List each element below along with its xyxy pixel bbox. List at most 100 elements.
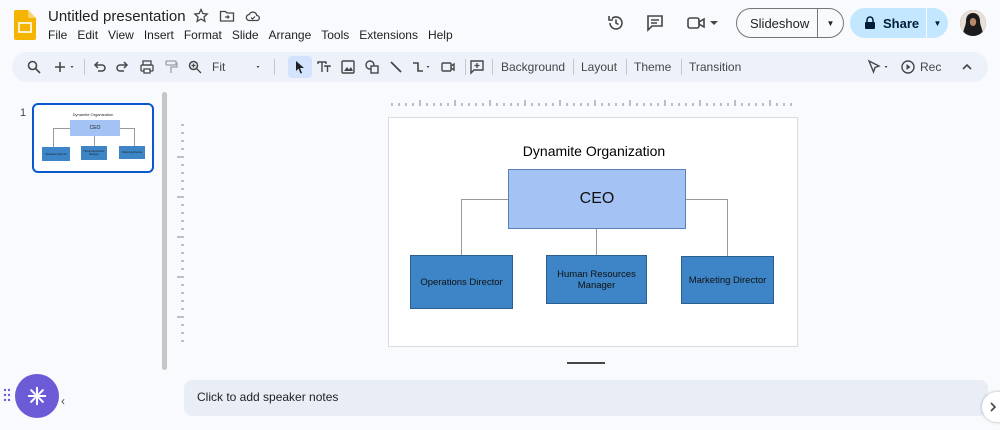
slide-number: 1 [20,107,27,119]
undo-icon[interactable] [91,59,107,75]
toolbar-divider [681,59,682,75]
print-icon[interactable] [139,59,155,75]
connector-line[interactable] [727,199,728,256]
thumb-child: Human Resources Manager [81,146,107,160]
vertical-ruler[interactable] [172,117,184,347]
horizontal-ruler[interactable] [388,96,798,106]
document-title[interactable]: Untitled presentation [48,8,186,25]
slideshow-label: Slideshow [750,15,810,31]
layout-button[interactable]: Layout [581,59,617,75]
share-button[interactable]: Share ▼ [850,8,948,38]
redo-icon[interactable] [115,59,131,75]
thumb-child: Operations Director [42,147,70,161]
star-icon[interactable] [193,7,209,24]
connector-line[interactable] [596,229,597,255]
assistant-button[interactable] [15,374,59,418]
zoom-value: Fit [212,60,226,74]
slide-title[interactable]: Dynamite Organization [389,143,799,159]
menu-extensions[interactable]: Extensions [354,28,423,42]
top-bar: Untitled presentation File Edit View Ins… [0,0,1000,50]
menu-insert[interactable]: Insert [139,28,179,42]
thumb-line [120,128,134,129]
canvas-scrollbar[interactable] [567,362,605,364]
menu-view[interactable]: View [103,28,139,42]
hr-manager-box[interactable]: Human Resources Manager [546,255,647,304]
menu-bar: File Edit View Insert Format Slide Arran… [48,28,458,42]
new-slide-icon[interactable] [52,59,68,75]
thumb-title: Dynamite Organization [72,112,114,117]
slide-canvas[interactable]: Dynamite Organization CEO Operations Dir… [388,117,798,347]
insert-image-icon[interactable] [340,59,356,75]
rec-button[interactable]: Rec [900,59,941,75]
zoom-select[interactable]: Fit [212,59,225,75]
menu-arrange[interactable]: Arrange [264,28,317,42]
new-slide-layout-chevron-icon[interactable] [70,59,78,75]
line-icon[interactable] [388,59,404,75]
connector-line[interactable] [461,199,509,200]
insert-video-icon[interactable] [440,59,456,75]
toolbar-divider [465,59,466,75]
menu-help[interactable]: Help [423,28,458,42]
chevron-right-icon [990,402,997,412]
slideshow-button[interactable]: Slideshow ▼ [736,8,844,38]
speaker-notes-placeholder: Click to add speaker notes [197,390,339,404]
slides-logo-icon[interactable] [14,10,36,40]
operations-director-box[interactable]: Operations Director [410,255,513,309]
marketing-director-box[interactable]: Marketing Director [681,256,774,304]
zoom-icon[interactable] [187,59,203,75]
toolbar: Fit Background Layout Theme Transition R… [12,52,988,82]
paint-format-icon[interactable] [163,59,179,75]
connector-icon[interactable] [410,59,426,75]
collapse-toolbar-icon[interactable] [959,59,975,75]
menu-edit[interactable]: Edit [72,28,103,42]
search-menus-icon[interactable] [26,59,42,75]
toolbar-divider [573,59,574,75]
select-cursor-icon[interactable] [292,59,308,75]
connector-line[interactable] [686,199,727,200]
add-comment-icon[interactable] [469,59,485,75]
toolbar-divider [626,59,627,75]
toolbar-divider [492,59,493,75]
zoom-chevron-icon[interactable] [256,59,264,75]
pointer-mode-icon[interactable] [866,59,882,75]
text-box-icon[interactable] [316,59,332,75]
connector-line[interactable] [461,199,462,255]
thumb-line [53,128,70,129]
thumb-ceo: CEO [70,120,120,136]
pointer-options-chevron-icon[interactable] [884,59,892,75]
thumb-line [53,128,54,147]
toolbar-divider [274,59,275,75]
thumb-line [134,128,135,146]
toolbar-divider [84,59,85,75]
version-history-icon[interactable] [606,13,626,33]
side-panel-toggle[interactable] [982,392,1000,422]
meet-camera-icon[interactable] [686,13,706,33]
slide-thumbnail[interactable]: Dynamite Organization CEO Operations Dir… [32,103,154,173]
share-options-chevron-icon[interactable]: ▼ [927,19,948,28]
theme-button[interactable]: Theme [634,59,671,75]
move-folder-icon[interactable] [219,8,235,24]
share-label: Share [883,15,920,31]
slideshow-options-chevron-icon[interactable]: ▼ [818,19,843,28]
ceo-box[interactable]: CEO [508,169,686,229]
filmstrip-scrollbar[interactable] [162,92,167,370]
menu-file[interactable]: File [48,28,72,42]
menu-slide[interactable]: Slide [227,28,264,42]
thumb-line [94,136,95,146]
shape-icon[interactable] [364,59,380,75]
drag-handle-icon[interactable] [3,388,11,402]
lock-icon [865,16,875,29]
menu-format[interactable]: Format [179,28,227,42]
avatar[interactable] [960,10,986,36]
background-button[interactable]: Background [501,59,565,75]
line-options-chevron-icon[interactable] [426,59,434,75]
transition-button[interactable]: Transition [689,59,741,75]
speaker-notes[interactable]: Click to add speaker notes [184,380,988,416]
comments-icon[interactable] [645,13,665,33]
menu-tools[interactable]: Tools [316,28,354,42]
cloud-status-icon[interactable] [245,8,261,24]
rec-label: Rec [920,60,942,74]
thumb-child: Marketing Director [119,146,145,159]
chevron-down-icon[interactable] [710,19,718,27]
collapse-panel-chevron-icon[interactable]: ‹ [61,394,65,408]
